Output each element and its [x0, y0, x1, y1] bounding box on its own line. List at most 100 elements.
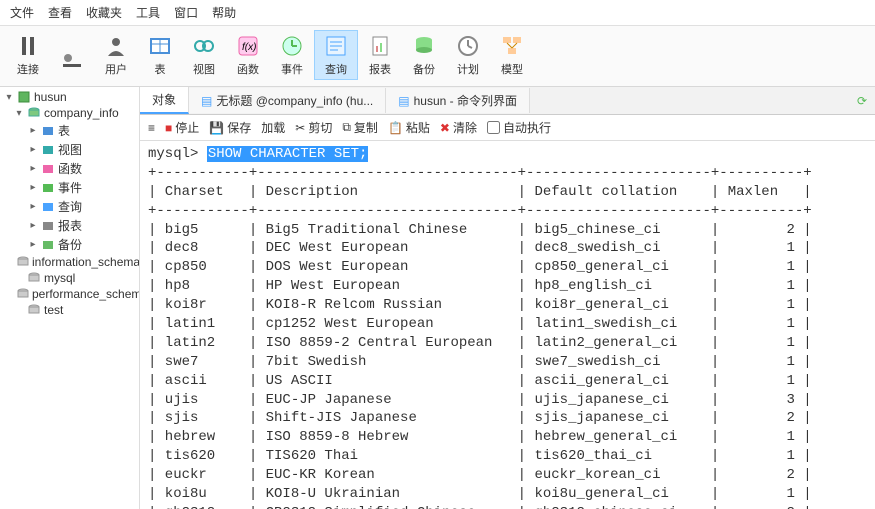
- cut-button[interactable]: ✂剪切: [295, 119, 332, 136]
- toolbar-label: 查询: [325, 61, 347, 77]
- refresh-button[interactable]: ⟳: [849, 90, 875, 112]
- toolbar-label: 连接: [17, 61, 39, 77]
- backup-button[interactable]: 备份: [402, 30, 446, 80]
- tree-label: 查询: [58, 198, 82, 215]
- backups-node[interactable]: ▸备份: [0, 235, 139, 254]
- events-node[interactable]: ▸事件: [0, 178, 139, 197]
- menu-view[interactable]: 查看: [48, 4, 72, 21]
- result-row: | big5 | Big5 Traditional Chinese | big5…: [148, 221, 867, 240]
- new-button-icon: [59, 49, 85, 75]
- tab-icon: ▤: [398, 94, 409, 108]
- tree-database[interactable]: ▾ company_info: [0, 105, 139, 121]
- result-row: | swe7 | 7bit Swedish | swe7_swedish_ci …: [148, 353, 867, 372]
- schema-icon: [17, 255, 29, 269]
- tree-schema-mysql[interactable]: mysql: [0, 270, 139, 286]
- menu-help[interactable]: 帮助: [212, 4, 236, 21]
- tab-1[interactable]: ▤ 无标题 @company_info (hu...: [189, 88, 386, 113]
- refresh-icon: ⟳: [857, 94, 867, 108]
- svg-text:f(x): f(x): [242, 42, 256, 53]
- result-row: | dec8 | DEC West European | dec8_swedis…: [148, 239, 867, 258]
- prompt: mysql>: [148, 146, 198, 162]
- folder-icon: [41, 219, 55, 233]
- menu-favorites[interactable]: 收藏夹: [86, 4, 122, 21]
- model-button[interactable]: 模型: [490, 30, 534, 80]
- tab-0[interactable]: 对象: [140, 87, 189, 114]
- folder-icon: [41, 162, 55, 176]
- folder-icon: [41, 181, 55, 195]
- queries-node[interactable]: ▸查询: [0, 197, 139, 216]
- schema-icon: [17, 287, 29, 301]
- menu-window[interactable]: 窗口: [174, 4, 198, 21]
- menu-file[interactable]: 文件: [10, 4, 34, 21]
- hamburger-button[interactable]: ≡: [148, 121, 155, 135]
- tree-database-label: company_info: [44, 106, 119, 120]
- menu-bar: 文件 查看 收藏夹 工具 窗口 帮助: [0, 0, 875, 26]
- sql-terminal[interactable]: mysql> SHOW CHARACTER SET;+-----------+-…: [140, 141, 875, 509]
- auto-run-toggle[interactable]: 自动执行: [487, 119, 551, 136]
- result-row: | koi8u | KOI8-U Ukrainian | koi8u_gener…: [148, 485, 867, 504]
- table-button[interactable]: 表: [138, 30, 182, 80]
- function-button-icon: f(x): [235, 33, 261, 59]
- schedule-button[interactable]: 计划: [446, 30, 490, 80]
- schema-icon: [27, 303, 41, 317]
- toolbar-label: 备份: [413, 61, 435, 77]
- tree-schema-performance_schema[interactable]: performance_schema: [0, 286, 139, 302]
- result-row: | ujis | EUC-JP Japanese | ujis_japanese…: [148, 391, 867, 410]
- view-button[interactable]: 视图: [182, 30, 226, 80]
- tree-label: 表: [58, 122, 70, 139]
- copy-button[interactable]: ⧉复制: [342, 119, 378, 136]
- toolbar-label: 函数: [237, 61, 259, 77]
- tree-label: 报表: [58, 217, 82, 234]
- schema-icon: [27, 106, 41, 120]
- result-row: | ascii | US ASCII | ascii_general_ci | …: [148, 372, 867, 391]
- backup-button-icon: [411, 33, 437, 59]
- result-row: | sjis | Shift-JIS Japanese | sjis_japan…: [148, 409, 867, 428]
- paste-button[interactable]: 📋粘贴: [388, 119, 430, 136]
- save-button[interactable]: 💾保存: [209, 119, 251, 136]
- tab-2[interactable]: ▤ husun - 命令列界面: [386, 88, 530, 113]
- tab-label: husun - 命令列界面: [414, 92, 517, 109]
- report-button[interactable]: 报表: [358, 30, 402, 80]
- folder-icon: [41, 143, 55, 157]
- tree-schema-test[interactable]: test: [0, 302, 139, 318]
- sql-command: SHOW CHARACTER SET;: [207, 146, 369, 162]
- toolbar-label: 表: [155, 61, 166, 77]
- tree-connection[interactable]: ▾ husun: [0, 89, 139, 105]
- tree-schema-information_schema[interactable]: information_schema: [0, 254, 139, 270]
- function-button[interactable]: f(x) 函数: [226, 30, 270, 80]
- tab-label: 无标题 @company_info (hu...: [216, 92, 373, 109]
- result-row: | euckr | EUC-KR Korean | euckr_korean_c…: [148, 466, 867, 485]
- load-button[interactable]: 加载: [261, 119, 285, 136]
- tree-label: 函数: [58, 160, 82, 177]
- clear-button[interactable]: ✖清除: [440, 119, 477, 136]
- functions-node[interactable]: ▸函数: [0, 159, 139, 178]
- reports-node[interactable]: ▸报表: [0, 216, 139, 235]
- toolbar-label: 模型: [501, 61, 523, 77]
- menu-tools[interactable]: 工具: [136, 4, 160, 21]
- new-button[interactable]: [50, 46, 94, 80]
- result-row: | latin2 | ISO 8859-2 Central European |…: [148, 334, 867, 353]
- tree-label: mysql: [44, 271, 75, 285]
- tree-label: 视图: [58, 141, 82, 158]
- result-row: | hp8 | HP West European | hp8_english_c…: [148, 277, 867, 296]
- result-row: | hebrew | ISO 8859-8 Hebrew | hebrew_ge…: [148, 428, 867, 447]
- view-button-icon: [191, 33, 217, 59]
- table-button-icon: [147, 33, 173, 59]
- views-node[interactable]: ▸视图: [0, 140, 139, 159]
- auto-run-checkbox[interactable]: [487, 121, 500, 134]
- cut-icon: ✂: [295, 121, 305, 135]
- sidebar[interactable]: ▾ husun ▾ company_info ▸表▸视图▸函数▸事件▸查询▸报表…: [0, 87, 140, 509]
- tab-bar: 对象 ▤ 无标题 @company_info (hu... ▤ husun - 命令列界…: [140, 87, 875, 115]
- user-button[interactable]: 用户: [94, 30, 138, 80]
- folder-icon: [41, 238, 55, 252]
- stop-button[interactable]: ■停止: [165, 119, 199, 136]
- schema-icon: [27, 271, 41, 285]
- tree-label: information_schema: [32, 255, 140, 269]
- event-button[interactable]: 事件: [270, 30, 314, 80]
- clear-icon: ✖: [440, 121, 450, 135]
- query-button[interactable]: 查询: [314, 30, 358, 80]
- tables-node[interactable]: ▸表: [0, 121, 139, 140]
- tab-icon: ▤: [201, 94, 212, 108]
- result-row: | cp850 | DOS West European | cp850_gene…: [148, 258, 867, 277]
- connect-button[interactable]: 连接: [6, 30, 50, 80]
